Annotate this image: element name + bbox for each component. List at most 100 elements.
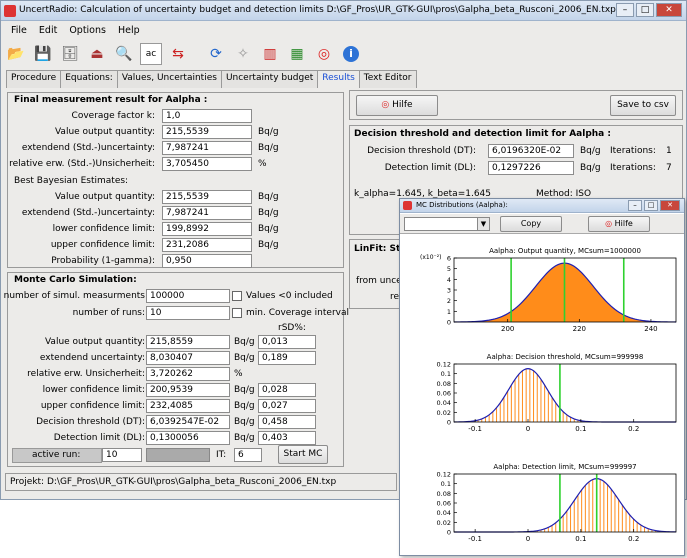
mc-row-value[interactable]: 3,720262 [146, 367, 230, 381]
right-top-bar: ◎ Hilfe Save to csv [349, 90, 683, 120]
x-tick-label: -0.1 [468, 535, 482, 543]
maximize-icon[interactable]: □ [644, 200, 658, 211]
bayes-header: Best Bayesian Estimates: [14, 176, 129, 186]
mc-row-rsd[interactable]: 0,013 [258, 335, 316, 349]
rel-field[interactable]: 3,705450 [162, 157, 252, 171]
dt-field[interactable]: 6,0196320E-02 [488, 144, 574, 158]
menu-bar: File Edit Options Help [1, 22, 686, 39]
dl-iter-value: 7 [666, 163, 672, 173]
hilfe-label: Hilfe [392, 100, 413, 110]
rsd-header: rSD%: [278, 323, 306, 333]
y-tick-label: 0.1 [441, 480, 451, 488]
neg-values-checkbox[interactable] [232, 291, 242, 301]
mc-row-value[interactable]: 232,4085 [146, 399, 230, 413]
plot-select-dropdown[interactable]: ▼ [404, 217, 490, 231]
min-coverage-checkbox[interactable] [232, 308, 242, 318]
mc-row-value[interactable]: 0,1300056 [146, 431, 230, 445]
tools-icon[interactable]: ✧ [232, 43, 254, 65]
refresh-icon[interactable]: ⟳ [205, 43, 227, 65]
hilfe-button[interactable]: ◎ Hilfe [356, 95, 438, 116]
ucl-label: upper confidence limit: [50, 240, 155, 250]
tab-equations[interactable]: Equations: [60, 70, 118, 88]
menu-edit[interactable]: Edit [39, 25, 57, 36]
bars-icon[interactable]: ▥ [259, 43, 281, 65]
info-icon[interactable]: i [340, 43, 362, 65]
minimize-icon[interactable]: – [628, 200, 642, 211]
tab-values[interactable]: Values, Uncertainties [116, 70, 222, 88]
minimize-icon[interactable]: – [616, 3, 634, 17]
nruns-field[interactable]: 10 [146, 306, 230, 320]
menu-help[interactable]: Help [118, 25, 140, 36]
ucl-field[interactable]: 231,2086 [162, 238, 252, 252]
nsim-field[interactable]: 100000 [146, 289, 230, 303]
y-tick-label: 0.08 [437, 490, 451, 498]
y-tick-label: 0.12 [437, 361, 451, 369]
mc-row-rsd[interactable]: 0,027 [258, 399, 316, 413]
unc-label: extendend (Std.-)uncertainty: [21, 143, 155, 153]
active-run-field[interactable]: 10 [102, 448, 142, 462]
menu-file[interactable]: File [11, 25, 27, 36]
text-search-icon[interactable]: a͏c [140, 43, 162, 65]
it-field[interactable]: 6 [234, 448, 262, 462]
mc-row-value[interactable]: 8,030407 [146, 351, 230, 365]
tab-procedure[interactable]: Procedure [6, 70, 62, 88]
close-icon[interactable]: ✕ [656, 3, 682, 17]
save-as-icon[interactable]: 🗄 [59, 43, 81, 65]
tab-text-editor[interactable]: Text Editor [358, 70, 417, 88]
tab-results[interactable]: Results [317, 70, 360, 88]
mc-hilfe-button[interactable]: ◎ Hilfe [588, 216, 650, 232]
b-unc-field[interactable]: 7,987241 [162, 206, 252, 220]
x-tick-label: 0 [526, 535, 530, 543]
tab-uncertainty-budget[interactable]: Uncertainty budget [220, 70, 319, 88]
grid-icon[interactable]: ▦ [286, 43, 308, 65]
mc-row-rsd[interactable]: 0,028 [258, 383, 316, 397]
copy-button[interactable]: Copy [500, 216, 562, 232]
mc-row-unit: Bq/g [234, 417, 255, 427]
mc-row-label: Decision threshold (DT): [36, 417, 145, 427]
unc-field[interactable]: 7,987241 [162, 141, 252, 155]
y-exponent-label: (x10⁻²) [420, 254, 441, 261]
mc-row-value[interactable]: 200,9539 [146, 383, 230, 397]
b-unc-label: extendend (Std.-)uncertainty: [21, 208, 155, 218]
maximize-icon[interactable]: □ [636, 3, 654, 17]
y-tick-label: 0.08 [437, 380, 451, 388]
b-value-field[interactable]: 215,5539 [162, 190, 252, 204]
save-icon[interactable]: 💾 [32, 43, 54, 65]
value-field[interactable]: 215,5539 [162, 125, 252, 139]
chevron-down-icon: ▼ [477, 218, 489, 230]
y-tick-label: 4 [447, 276, 451, 284]
title-bar[interactable]: UncertRadio: Calculation of uncertainty … [1, 1, 686, 21]
dt-unit: Bq/g [580, 146, 601, 156]
mc-distributions-window: MC Distributions (Aalpha): – □ ✕ ▼ Copy … [399, 198, 685, 556]
menu-options[interactable]: Options [69, 25, 106, 36]
mc-row-label: extendend uncertainty: [39, 353, 145, 363]
switch-arrows-icon[interactable]: ⇆ [167, 43, 189, 65]
coverage-label: Coverage factor k: [71, 111, 155, 121]
dl-field[interactable]: 0,1297226 [488, 161, 574, 175]
toolbar: 📂 💾 🗄 ⏏ 🔍 a͏c ⇆ ⟳ ✧ ▥ ▦ ◎ i [5, 41, 362, 67]
save-csv-button[interactable]: Save to csv [610, 95, 676, 116]
mc-row-rsd[interactable]: 0,403 [258, 431, 316, 445]
coverage-field[interactable]: 1,0 [162, 109, 252, 123]
mc-row-value[interactable]: 215,8559 [146, 335, 230, 349]
close-icon[interactable]: ✕ [660, 200, 680, 211]
prob-label: Probability (1-gamma): [51, 256, 155, 266]
y-tick-label: 0.1 [441, 370, 451, 378]
mc-row-rsd[interactable]: 0,458 [258, 415, 316, 429]
lcl-field[interactable]: 199,8992 [162, 222, 252, 236]
zoom-icon[interactable]: 🔍 [113, 43, 135, 65]
mc-row-rsd[interactable]: 0,189 [258, 351, 316, 365]
mc-row-unit: Bq/g [234, 401, 255, 411]
gaussian-curve [454, 478, 677, 533]
prob-field[interactable]: 0,950 [162, 254, 252, 268]
mc-row-unit: % [234, 369, 243, 379]
mc-title-bar[interactable]: MC Distributions (Aalpha): – □ ✕ [400, 199, 684, 213]
open-folder-icon[interactable]: 📂 [5, 43, 27, 65]
mc-row-unit: Bq/g [234, 385, 255, 395]
mc-charts: Aalpha: Output quantity, MCsum=1000000 (x… [420, 247, 677, 543]
lifebuoy-icon[interactable]: ◎ [313, 43, 335, 65]
start-mc-button[interactable]: Start MC [278, 445, 328, 464]
mc-row-value[interactable]: 6,0392547E-02 [146, 415, 230, 429]
exit-icon[interactable]: ⏏ [86, 43, 108, 65]
x-tick-label: 0.2 [628, 535, 639, 543]
